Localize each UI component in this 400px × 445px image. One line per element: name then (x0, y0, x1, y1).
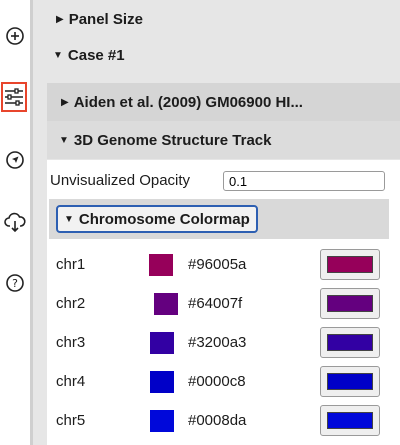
color-picker-button[interactable] (320, 366, 380, 397)
panel-size-label: Panel Size (68, 10, 143, 28)
chromosome-name: chr1 (56, 256, 86, 273)
color-swatch (150, 371, 174, 393)
caret-down-icon: ▼ (53, 49, 63, 61)
help-circle-icon[interactable]: ? (4, 272, 26, 294)
caret-down-icon: ▼ (59, 134, 69, 146)
panel-size-header[interactable]: ▶ Panel Size (33, 0, 400, 38)
opacity-label: Unvisualized Opacity (50, 172, 191, 189)
color-picker-button[interactable] (320, 288, 380, 319)
settings-panel: ▶ Panel Size ▼ Case #1 ▶ Aiden et al. (2… (33, 0, 400, 445)
chromosome-name: chr4 (56, 373, 86, 390)
track-settings: Unvisualized Opacity ▼ Chromosome Colorm… (47, 160, 400, 445)
track-label: 3D Genome Structure Track (73, 131, 272, 149)
track-header-3d-genome[interactable]: ▼ 3D Genome Structure Track (47, 121, 400, 159)
icon-rail: ? (0, 0, 30, 445)
color-swatch (154, 293, 178, 315)
color-hex: #96005a (188, 256, 247, 273)
color-picker-button[interactable] (320, 405, 380, 436)
color-picker-fill (327, 295, 373, 312)
plus-circle-icon[interactable] (4, 25, 26, 47)
chromosome-name: chr5 (56, 412, 86, 429)
color-picker-fill (327, 334, 373, 351)
color-picker-button[interactable] (320, 327, 380, 358)
colormap-row: chr4 #0000c8 (47, 362, 400, 402)
opacity-input[interactable] (223, 171, 385, 191)
chromosome-name: chr3 (56, 334, 86, 351)
colormap-toggle-button[interactable]: ▼ Chromosome Colormap (56, 205, 258, 233)
color-picker-fill (327, 373, 373, 390)
color-hex: #64007f (188, 295, 243, 312)
color-picker-fill (327, 412, 373, 429)
navigation-arrow-icon[interactable] (4, 149, 26, 171)
color-swatch (149, 254, 173, 276)
colormap-section: ▼ Chromosome Colormap (49, 199, 389, 239)
color-hex: #0000c8 (188, 373, 246, 390)
colormap-row: chr2 #64007f (47, 284, 400, 324)
color-picker-button[interactable] (320, 249, 380, 280)
caret-right-icon: ▶ (61, 96, 69, 108)
cloud-download-icon[interactable] (4, 211, 26, 233)
track-label: Aiden et al. (2009) GM06900 HI... (73, 93, 303, 111)
chromosome-name: chr2 (56, 295, 86, 312)
caret-down-icon: ▼ (64, 213, 74, 225)
color-hex: #0008da (188, 412, 247, 429)
color-hex: #3200a3 (188, 334, 247, 351)
case-header[interactable]: ▼ Case #1 (33, 36, 400, 74)
colormap-row: chr5 #0008da (47, 401, 400, 441)
svg-text:?: ? (12, 277, 18, 290)
colormap-row: chr3 #3200a3 (47, 323, 400, 363)
sliders-icon[interactable] (1, 82, 27, 112)
color-picker-fill (327, 256, 373, 273)
color-swatch (150, 332, 174, 354)
track-header-aiden[interactable]: ▶ Aiden et al. (2009) GM06900 HI... (47, 83, 400, 121)
caret-right-icon: ▶ (56, 13, 64, 25)
colormap-label: Chromosome Colormap (78, 210, 250, 228)
color-swatch (150, 410, 174, 432)
colormap-row: chr1 #96005a (47, 245, 400, 285)
case-label: Case #1 (67, 46, 125, 64)
